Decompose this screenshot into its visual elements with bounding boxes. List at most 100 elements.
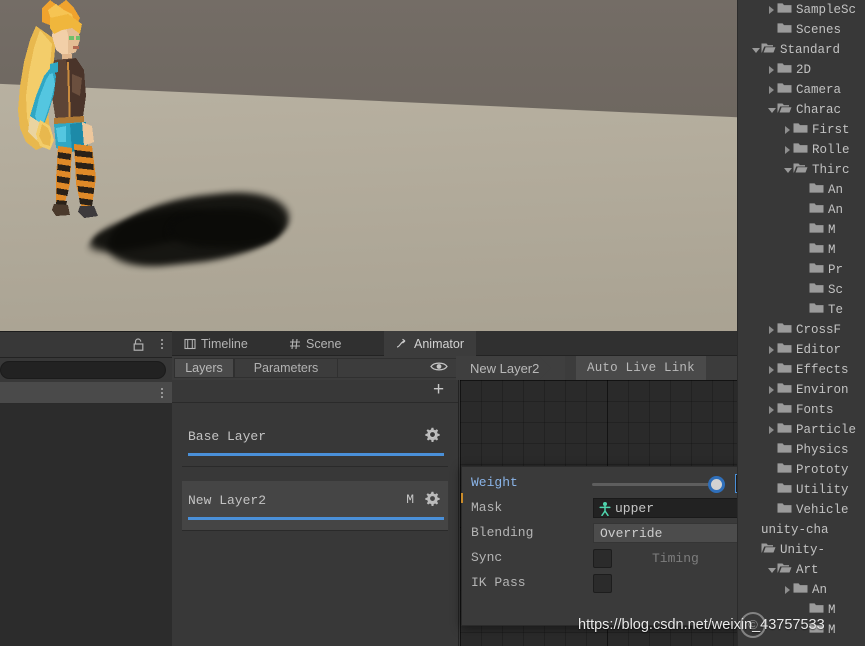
weight-slider-handle[interactable] — [708, 476, 725, 493]
tree-item-label: Fonts — [796, 403, 834, 417]
tree-item[interactable]: An — [738, 200, 865, 220]
chevron-right-icon[interactable] — [766, 360, 777, 380]
tree-item[interactable]: First — [738, 120, 865, 140]
tree-item[interactable]: An — [738, 180, 865, 200]
left-panel-tabbar[interactable] — [0, 332, 172, 358]
chevron-right-icon[interactable] — [782, 120, 793, 140]
tree-item[interactable]: Standard — [738, 40, 865, 60]
weight-slider-track[interactable] — [592, 483, 718, 486]
tree-item-label: CrossF — [796, 323, 842, 337]
tree-item[interactable]: M — [738, 220, 865, 240]
tree-item[interactable]: Vehicle — [738, 500, 865, 520]
blending-value: Override — [600, 525, 663, 541]
character-model[interactable] — [6, 0, 116, 228]
tree-item[interactable]: 2D — [738, 60, 865, 80]
folder-icon — [809, 222, 824, 238]
chevron-down-icon[interactable] — [766, 100, 777, 120]
tab-label: Animator — [414, 336, 465, 351]
tree-item-label: Te — [828, 303, 844, 317]
tree-item[interactable]: Pr — [738, 260, 865, 280]
tree-item[interactable]: Scenes — [738, 20, 865, 40]
tree-item[interactable]: Camera — [738, 80, 865, 100]
layer-row-base[interactable]: Base Layer — [182, 417, 448, 467]
tree-item-label: Environ — [796, 383, 849, 397]
tree-item[interactable]: Fonts — [738, 400, 865, 420]
folder-icon — [777, 482, 792, 498]
tree-item[interactable]: Unity- — [738, 540, 865, 560]
tree-item-label: Effects — [796, 363, 849, 377]
list-item[interactable] — [0, 382, 172, 404]
chevron-right-icon[interactable] — [766, 60, 777, 80]
tree-item[interactable]: Utility — [738, 480, 865, 500]
chevron-down-icon[interactable] — [766, 560, 777, 580]
tab-layers[interactable]: Layers — [174, 358, 234, 378]
tree-item[interactable]: Te — [738, 300, 865, 320]
chevron-down-icon[interactable] — [782, 160, 793, 180]
project-tree[interactable]: SampleSc Scenes Standard 2D Camera Charac Firs… — [737, 0, 865, 646]
tree-item[interactable]: Editor — [738, 340, 865, 360]
search-input[interactable] — [0, 361, 166, 379]
tab-animator[interactable]: Animator — [384, 331, 477, 356]
folder-icon — [809, 182, 824, 198]
tree-item[interactable]: SampleSc — [738, 0, 865, 20]
tree-item[interactable]: M — [738, 240, 865, 260]
tab-parameters[interactable]: Parameters — [234, 358, 338, 378]
plus-icon[interactable]: + — [431, 380, 446, 399]
folder-open-icon — [777, 102, 792, 118]
chevron-right-icon[interactable] — [766, 0, 777, 20]
kebab-menu-icon[interactable] — [161, 388, 163, 398]
ik-pass-checkbox[interactable] — [593, 574, 612, 593]
tree-item[interactable]: Art — [738, 560, 865, 580]
chevron-right-icon[interactable] — [782, 140, 793, 160]
layers-pane[interactable]: + Base Layer New Layer2 M — [172, 380, 459, 646]
chevron-right-icon[interactable] — [766, 420, 777, 440]
lock-icon[interactable] — [133, 338, 144, 351]
tree-item-label: M — [828, 223, 836, 237]
add-layer-row[interactable]: + — [172, 380, 458, 403]
tree-item[interactable]: Prototy — [738, 460, 865, 480]
tab-timeline[interactable]: Timeline — [172, 331, 260, 356]
tree-item[interactable]: An — [738, 580, 865, 600]
eye-icon[interactable] — [430, 360, 448, 378]
tab-scene[interactable]: Scene — [277, 331, 353, 356]
auto-live-link-button[interactable]: Auto Live Link — [576, 356, 706, 380]
scene-viewport[interactable] — [0, 0, 737, 331]
chevron-right-icon[interactable] — [766, 340, 777, 360]
chevron-right-icon[interactable] — [782, 580, 793, 600]
layer-name: New Layer2 — [188, 493, 267, 508]
tree-item[interactable]: Sc — [738, 280, 865, 300]
tree-item-label: Physics — [796, 443, 849, 457]
left-panel-search-row[interactable] — [0, 358, 172, 382]
tree-item[interactable]: Thirc — [738, 160, 865, 180]
left-dock-panel[interactable] — [0, 331, 172, 646]
breadcrumb-label: New Layer2 — [470, 360, 540, 376]
chevron-right-icon[interactable] — [766, 380, 777, 400]
layer-row-new-layer2[interactable]: New Layer2 M — [182, 481, 448, 531]
folder-open-icon — [777, 562, 792, 578]
tree-item[interactable]: Charac — [738, 100, 865, 120]
chevron-right-icon[interactable] — [766, 400, 777, 420]
tree-item[interactable]: Effects — [738, 360, 865, 380]
chevron-right-icon[interactable] — [766, 80, 777, 100]
folder-icon — [777, 322, 792, 338]
tree-item[interactable]: unity-cha — [738, 520, 865, 540]
folder-icon — [777, 442, 792, 458]
tree-item[interactable]: CrossF — [738, 320, 865, 340]
tree-item[interactable]: Particle — [738, 420, 865, 440]
tree-item[interactable]: Physics — [738, 440, 865, 460]
gear-icon[interactable] — [425, 427, 440, 447]
chevron-down-icon[interactable] — [750, 40, 761, 60]
kebab-menu-icon[interactable] — [161, 339, 163, 349]
chevron-right-icon[interactable] — [766, 320, 777, 340]
weight-label: Weight — [471, 475, 518, 490]
sync-checkbox[interactable] — [593, 549, 612, 568]
tree-item[interactable]: Environ — [738, 380, 865, 400]
folder-icon — [809, 282, 824, 298]
tree-item[interactable]: Rolle — [738, 140, 865, 160]
gear-icon[interactable] — [425, 491, 440, 511]
